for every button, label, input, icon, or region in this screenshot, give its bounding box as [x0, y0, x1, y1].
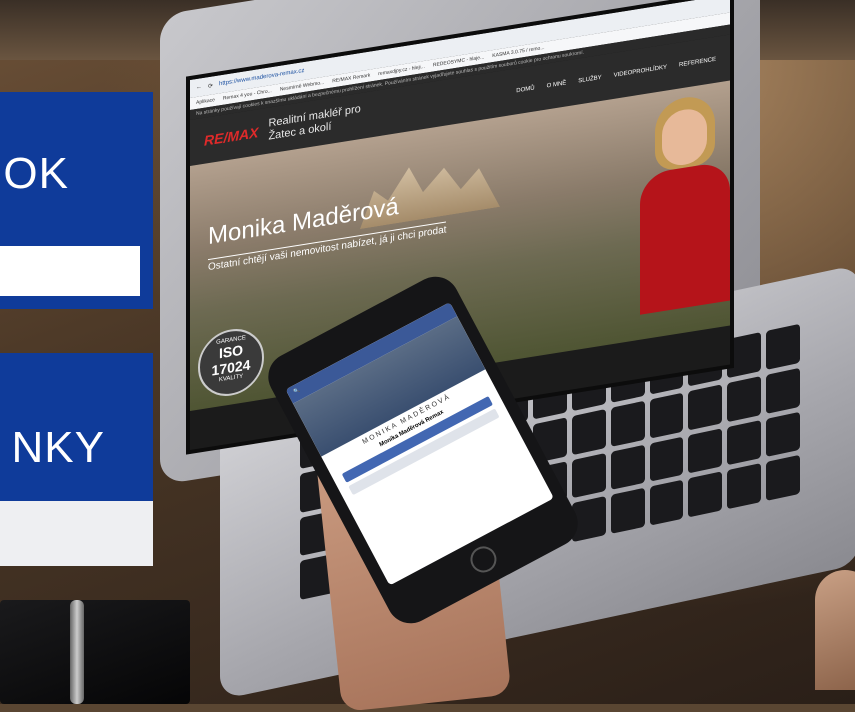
overlay-text-top: OK — [3, 149, 69, 198]
nav-item-home[interactable]: DOMŮ — [516, 85, 534, 94]
black-notebook — [0, 600, 190, 704]
nav-item-about[interactable]: O MNĚ — [547, 80, 567, 89]
pen — [70, 600, 84, 704]
overlay-white-box — [0, 246, 140, 296]
overlay-panel-top: OK — [0, 92, 153, 237]
nav-item-references[interactable]: REFERENCE — [679, 57, 716, 69]
overlay-field-bottom — [0, 501, 153, 566]
iso-badge: GARANCE ISO 17024 KVALITY — [198, 324, 264, 401]
remax-logo[interactable]: RE/MAX — [204, 124, 258, 149]
overlay-field-top — [0, 237, 153, 309]
overlay-light-box — [0, 501, 153, 566]
back-icon[interactable]: ← — [196, 84, 202, 91]
site-tagline: Realitní makléř pro Žatec a okolí — [268, 102, 361, 143]
overlay-panel-bottom: NKY — [0, 353, 153, 501]
overlay-text-bottom: NKY — [11, 423, 105, 472]
bookmark-item[interactable]: Aplikace — [196, 97, 215, 106]
nav-item-videos[interactable]: VIDEOPROHLÍDKY — [614, 64, 667, 78]
home-button-icon[interactable] — [465, 541, 502, 578]
nav-item-services[interactable]: SLUŽBY — [578, 75, 601, 85]
agent-portrait — [635, 90, 730, 315]
hand-right — [815, 570, 855, 690]
reload-icon[interactable]: ⟳ — [208, 82, 213, 90]
